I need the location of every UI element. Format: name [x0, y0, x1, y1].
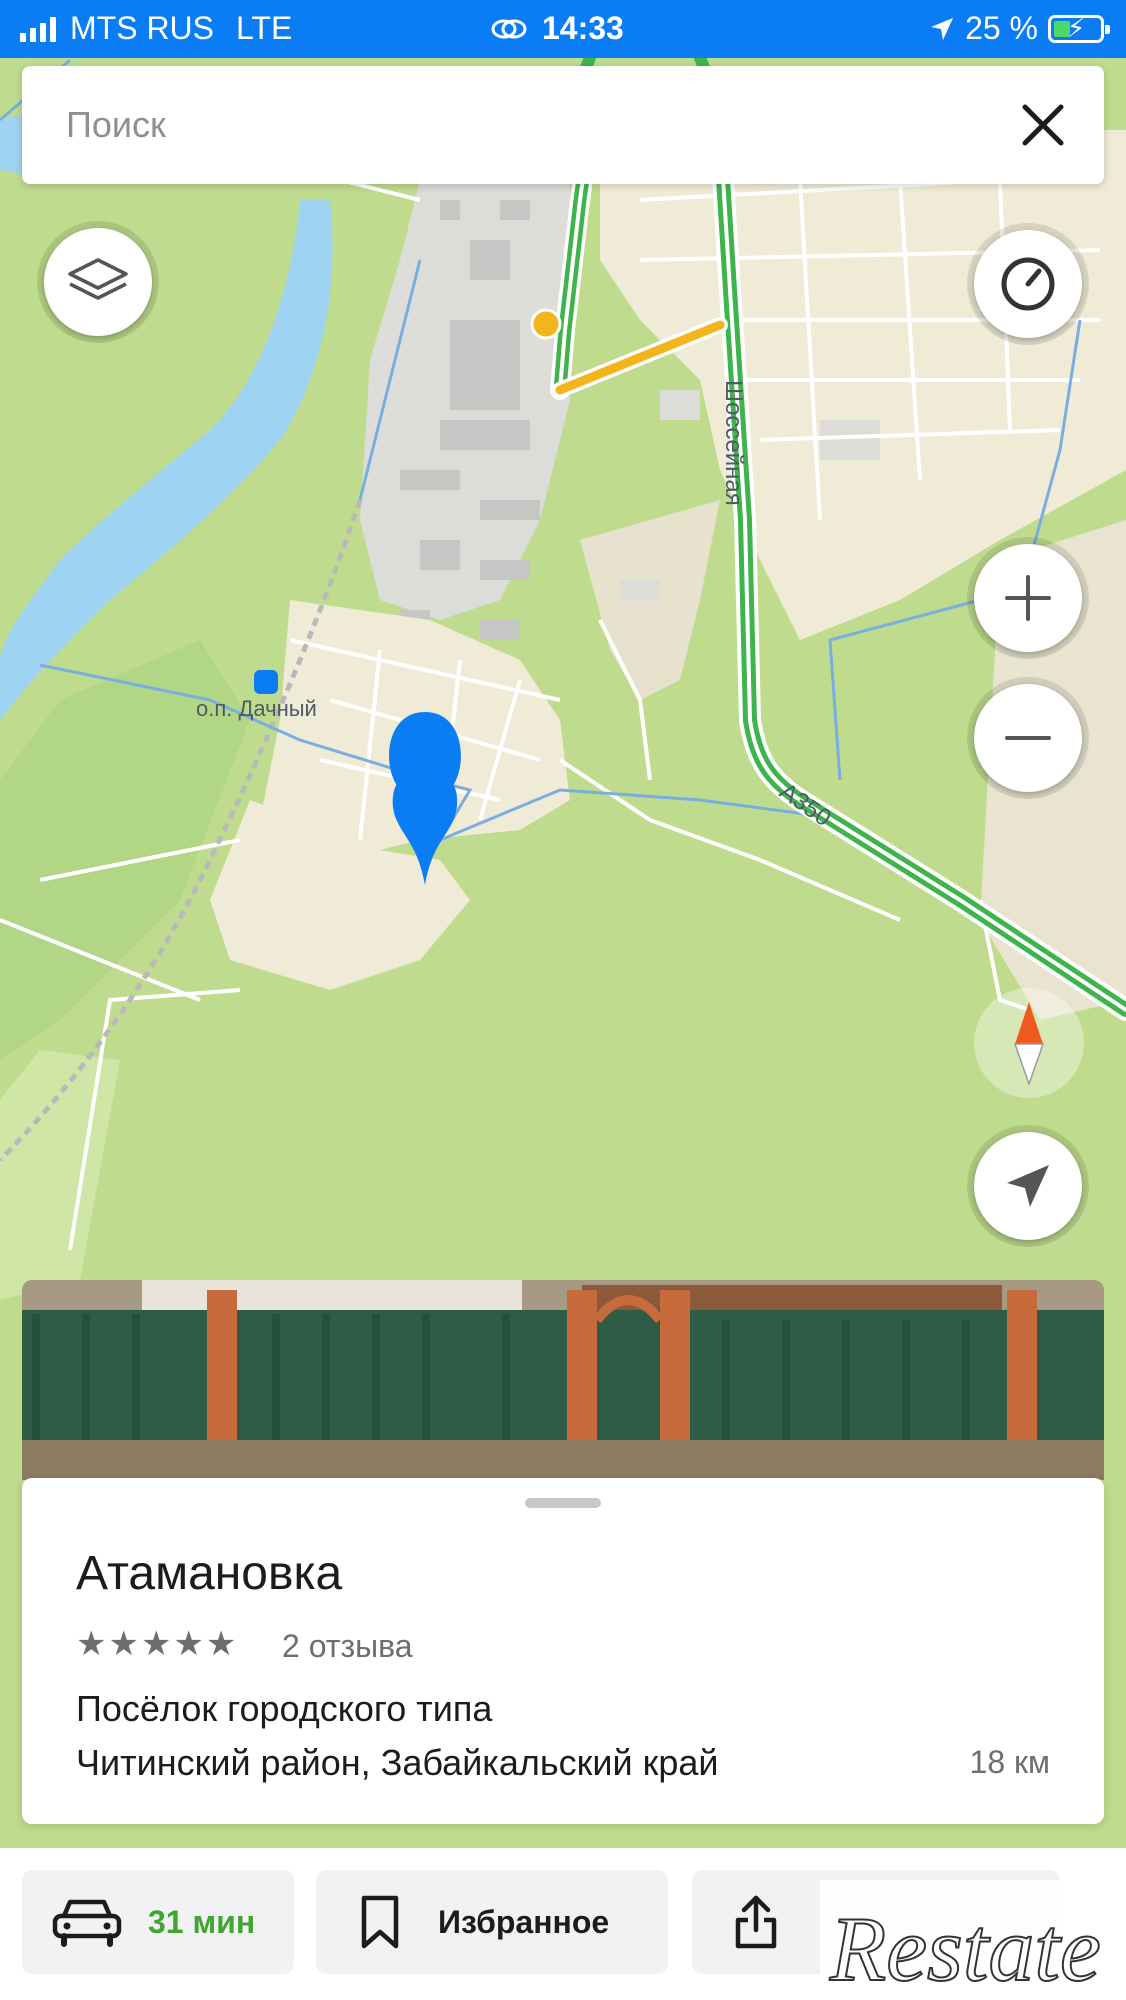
search-input[interactable]: Поиск — [66, 104, 166, 146]
signal-icon — [20, 16, 56, 42]
reviews-link[interactable]: 2 отзыва — [282, 1628, 413, 1665]
zoom-in-icon — [1005, 575, 1051, 621]
carrier-label: MTS RUS — [70, 10, 214, 46]
station-icon[interactable] — [254, 670, 278, 694]
traffic-icon — [1001, 257, 1055, 311]
favorite-button[interactable]: Избранное — [316, 1870, 668, 1974]
place-title: Атамановка — [76, 1547, 343, 1600]
route-button[interactable]: 31 мин — [22, 1870, 294, 1974]
compass-button[interactable] — [974, 988, 1084, 1098]
place-photo[interactable] — [22, 1280, 1104, 1480]
route-time: 31 мин — [148, 1903, 256, 1940]
locate-icon — [1007, 1165, 1049, 1207]
location-arrow-icon — [931, 17, 954, 40]
search-bar[interactable]: Поиск — [22, 66, 1104, 184]
status-bar: MTS RUS LTE 14:33 25 % ⚡ — [0, 0, 1126, 58]
layers-button[interactable] — [44, 228, 152, 336]
clock: 14:33 — [542, 10, 624, 46]
zoom-out-icon — [1005, 736, 1051, 740]
place-type: Посёлок городского типа — [76, 1688, 493, 1729]
network-label: LTE — [236, 10, 293, 46]
place-distance: 18 км — [969, 1744, 1050, 1780]
rating-stars-icon: ★★★★★ — [76, 1625, 239, 1663]
layers-icon — [68, 258, 128, 300]
share-icon — [735, 1895, 777, 1949]
zoom-out-button[interactable] — [974, 684, 1082, 792]
battery-percent: 25 % — [965, 10, 1038, 46]
zoom-in-button[interactable] — [974, 544, 1082, 652]
watermark-logo: Restate — [810, 1880, 1126, 2000]
car-icon — [52, 1899, 122, 1947]
watermark-text: Restate — [829, 1898, 1101, 2000]
place-card[interactable]: Атамановка ★★★★★ 2 отзыва Посёлок городс… — [22, 1478, 1104, 1824]
traffic-button[interactable] — [974, 230, 1082, 338]
battery-icon: ⚡ — [1048, 13, 1110, 43]
street-label: Шоссейная — [720, 380, 747, 506]
compass-icon — [1013, 1002, 1045, 1086]
station-label: о.п. Дачный — [196, 696, 317, 721]
close-icon[interactable] — [1010, 92, 1076, 158]
place-address: Читинский район, Забайкальский край — [76, 1742, 719, 1783]
my-location-button[interactable] — [974, 1132, 1082, 1240]
favorite-label: Избранное — [438, 1903, 610, 1940]
link-icon — [491, 19, 527, 38]
poi-marker-icon[interactable] — [530, 308, 562, 340]
bookmark-icon — [361, 1895, 399, 1949]
drag-handle[interactable] — [525, 1498, 601, 1508]
